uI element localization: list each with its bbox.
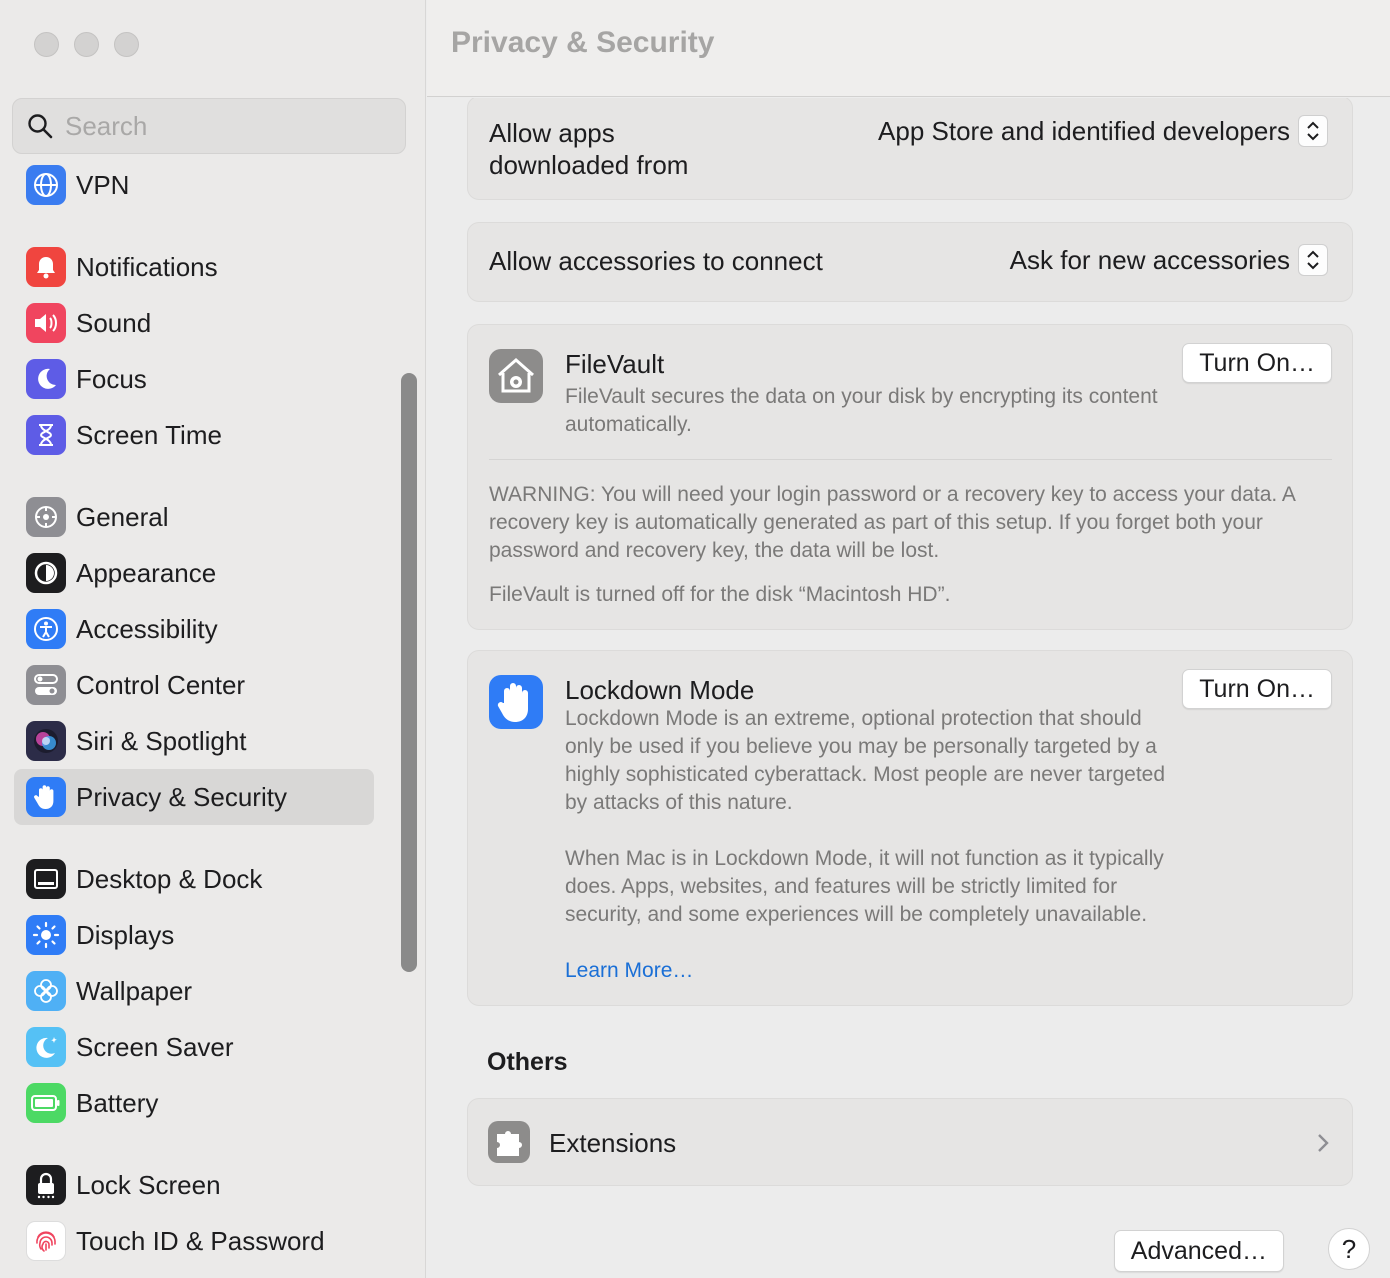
filevault-card: FileVault FileVault secures the data on … bbox=[467, 324, 1353, 630]
lockdown-card: Lockdown Mode Lockdown Mode is an extrem… bbox=[467, 650, 1353, 1006]
sidebar-item-notifications[interactable]: Notifications bbox=[14, 239, 374, 295]
speaker-icon bbox=[26, 303, 66, 343]
sidebar-item-label: VPN bbox=[76, 169, 130, 200]
sidebar-item-label: Privacy & Security bbox=[76, 781, 287, 812]
allow-apps-card: Allow apps downloaded from App Store and… bbox=[467, 98, 1353, 200]
filevault-status: FileVault is turned off for the disk “Ma… bbox=[489, 583, 951, 606]
close-window-button[interactable] bbox=[34, 32, 59, 57]
sidebar-item-displays[interactable]: Displays bbox=[14, 907, 374, 963]
sidebar-item-lock-screen[interactable]: Lock Screen bbox=[14, 1157, 374, 1213]
sidebar-item-label: Lock Screen bbox=[76, 1169, 221, 1200]
window-controls bbox=[34, 32, 139, 57]
zoom-window-button[interactable] bbox=[114, 32, 139, 57]
sidebar-item-label: Battery bbox=[76, 1087, 159, 1118]
siri-icon bbox=[26, 721, 66, 761]
filevault-description: FileVault secures the data on your disk … bbox=[565, 385, 1158, 436]
sidebar-item-label: Control Center bbox=[76, 669, 246, 700]
sidebar-item-label: Accessibility bbox=[76, 613, 218, 644]
accessories-value: Ask for new accessories bbox=[1009, 244, 1290, 275]
sun-icon bbox=[26, 915, 66, 955]
allow-apps-value: App Store and identified developers bbox=[878, 115, 1290, 146]
page-title: Privacy & Security bbox=[451, 26, 715, 59]
sidebar-item-general[interactable]: General bbox=[14, 489, 374, 545]
sidebar-scrollbar[interactable] bbox=[401, 373, 417, 972]
sidebar-item-label: Wallpaper bbox=[76, 975, 193, 1006]
chevron-up-down-icon bbox=[1298, 115, 1328, 147]
sidebar-item-label: Screen Time bbox=[76, 419, 222, 450]
accessibility-icon bbox=[26, 609, 66, 649]
bell-icon bbox=[26, 247, 66, 287]
sidebar-item-sound[interactable]: Sound bbox=[14, 295, 374, 351]
sidebar-item-control-center[interactable]: Control Center bbox=[14, 657, 374, 713]
sidebar-item-touch-id-password[interactable]: Touch ID & Password bbox=[14, 1213, 374, 1269]
others-heading: Others bbox=[487, 1048, 568, 1076]
sidebar-item-label: Appearance bbox=[76, 557, 217, 588]
fingerprint-icon bbox=[26, 1221, 66, 1261]
sidebar: VPN Notifications Sound Focus Screen Tim bbox=[0, 0, 426, 1278]
advanced-button[interactable]: Advanced… bbox=[1113, 1230, 1284, 1272]
sidebar-item-label: Desktop & Dock bbox=[76, 863, 263, 894]
accessories-label: Allow accessories to connect bbox=[489, 246, 823, 276]
hand-icon bbox=[489, 675, 543, 729]
sidebar-item-screen-time[interactable]: Screen Time bbox=[14, 407, 374, 463]
sidebar-item-wallpaper[interactable]: Wallpaper bbox=[14, 963, 374, 1019]
title-bar: Privacy & Security bbox=[427, 0, 1390, 97]
sidebar-item-appearance[interactable]: Appearance bbox=[14, 545, 374, 601]
lockdown-description-2: When Mac is in Lockdown Mode, it will no… bbox=[565, 847, 1164, 926]
search-icon bbox=[28, 114, 53, 139]
sidebar-item-battery[interactable]: Battery bbox=[14, 1075, 374, 1131]
globe-icon bbox=[26, 165, 66, 205]
sidebar-item-label: General bbox=[76, 501, 169, 532]
minimize-window-button[interactable] bbox=[74, 32, 99, 57]
main-content: Allow apps downloaded from App Store and… bbox=[427, 98, 1390, 1278]
lockdown-turn-on-button[interactable]: Turn On… bbox=[1182, 669, 1332, 709]
extensions-row[interactable]: Extensions bbox=[467, 1098, 1353, 1186]
filevault-icon bbox=[489, 349, 543, 403]
sidebar-item-label: Notifications bbox=[76, 251, 218, 282]
sidebar-item-desktop-dock[interactable]: Desktop & Dock bbox=[14, 851, 374, 907]
extensions-label: Extensions bbox=[549, 1128, 677, 1158]
learn-more-link[interactable]: Learn More… bbox=[565, 957, 693, 985]
dock-icon bbox=[26, 859, 66, 899]
sidebar-item-label: Touch ID & Password bbox=[76, 1225, 325, 1256]
filevault-title: FileVault bbox=[565, 349, 665, 379]
search-field[interactable] bbox=[12, 98, 406, 154]
chevron-up-down-icon bbox=[1298, 244, 1328, 276]
lock-icon bbox=[26, 1165, 66, 1205]
help-button[interactable]: ? bbox=[1328, 1228, 1370, 1270]
toggles-icon bbox=[26, 665, 66, 705]
battery-icon bbox=[26, 1083, 66, 1123]
lockdown-description: Lockdown Mode is an extreme, optional pr… bbox=[565, 707, 1166, 814]
puzzle-icon bbox=[488, 1121, 530, 1163]
sidebar-item-vpn[interactable]: VPN bbox=[14, 157, 374, 213]
appearance-icon bbox=[26, 553, 66, 593]
sidebar-item-label: Siri & Spotlight bbox=[76, 725, 247, 756]
sidebar-item-label: Sound bbox=[76, 307, 152, 338]
search-input[interactable] bbox=[65, 110, 365, 142]
lockdown-title: Lockdown Mode bbox=[565, 675, 755, 705]
allow-apps-popup[interactable]: App Store and identified developers bbox=[878, 115, 1328, 147]
sidebar-item-screen-saver[interactable]: Screen Saver bbox=[14, 1019, 374, 1075]
allow-apps-label: Allow apps downloaded from bbox=[489, 118, 689, 180]
screensaver-icon bbox=[26, 1027, 66, 1067]
hourglass-icon bbox=[26, 415, 66, 455]
filevault-turn-on-button[interactable]: Turn On… bbox=[1182, 343, 1332, 383]
moon-icon bbox=[26, 359, 66, 399]
divider bbox=[489, 459, 1332, 460]
sidebar-item-focus[interactable]: Focus bbox=[14, 351, 374, 407]
chevron-right-icon bbox=[1318, 1134, 1329, 1152]
sidebar-item-label: Displays bbox=[76, 919, 175, 950]
gear-icon bbox=[26, 497, 66, 537]
sidebar-item-label: Focus bbox=[76, 363, 147, 394]
accessories-popup[interactable]: Ask for new accessories bbox=[1010, 244, 1328, 276]
sidebar-item-accessibility[interactable]: Accessibility bbox=[14, 601, 374, 657]
sidebar-item-label: Screen Saver bbox=[76, 1031, 234, 1062]
filevault-warning: WARNING: You will need your login passwo… bbox=[489, 483, 1295, 562]
flower-icon bbox=[26, 971, 66, 1011]
hand-icon bbox=[26, 777, 66, 817]
sidebar-item-siri-spotlight[interactable]: Siri & Spotlight bbox=[14, 713, 374, 769]
sidebar-item-privacy-security[interactable]: Privacy & Security bbox=[14, 769, 374, 825]
accessories-card: Allow accessories to connect Ask for new… bbox=[467, 222, 1353, 302]
